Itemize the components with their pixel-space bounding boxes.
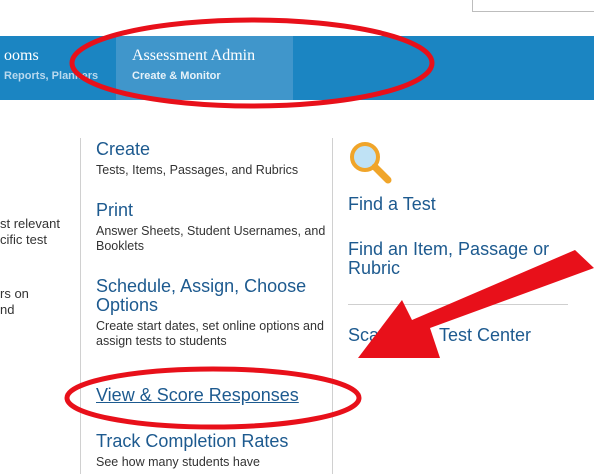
action-print: Print Answer Sheets, Student Usernames, … (96, 201, 332, 254)
nav-tab-title: ooms (4, 47, 39, 64)
nav-tab-subtitle: Reports, Planners (4, 70, 99, 82)
scan-link[interactable]: Scan (348, 326, 389, 345)
create-description: Tests, Items, Passages, and Rubrics (96, 163, 299, 177)
schedule-description: Create start dates, set online options a… (96, 319, 324, 348)
column-divider (80, 138, 81, 474)
nav-tab-classrooms[interactable]: ooms Reports, Planners (0, 36, 116, 100)
print-link[interactable]: Print (96, 201, 332, 220)
magnifying-glass-icon (350, 142, 392, 184)
left-text-line: nd (0, 302, 15, 317)
left-text-line: st relevant (0, 216, 60, 231)
top-border-decoration (472, 0, 594, 12)
create-link[interactable]: Create (96, 140, 332, 159)
schedule-link[interactable]: Schedule, Assign, Choose Options (96, 277, 332, 315)
find-a-test-link[interactable]: Find a Test (348, 195, 436, 214)
nav-tab-subtitle: Create & Monitor (132, 70, 221, 82)
test-center-link[interactable]: Test Center (439, 326, 531, 345)
section-divider (348, 304, 568, 305)
nav-tab-assessment-admin[interactable]: Assessment Admin Create & Monitor (116, 36, 293, 100)
action-track: Track Completion Rates See how many stud… (96, 432, 332, 470)
main-nav-bar: ooms Reports, Planners Assessment Admin … (0, 36, 594, 100)
left-text-line: cific test (0, 232, 47, 247)
find-item-passage-rubric-link[interactable]: Find an Item, Passage or Rubric (348, 240, 568, 278)
print-description: Answer Sheets, Student Usernames, and Bo… (96, 224, 326, 253)
track-completion-link[interactable]: Track Completion Rates (96, 432, 332, 451)
action-schedule: Schedule, Assign, Choose Options Create … (96, 277, 332, 349)
action-view-score: View & Score Responses (96, 386, 332, 405)
view-score-responses-link[interactable]: View & Score Responses (96, 386, 332, 405)
action-create: Create Tests, Items, Passages, and Rubri… (96, 140, 332, 178)
column-divider (332, 138, 333, 474)
left-column-text: st relevant cific test rs on nd (0, 216, 60, 318)
left-text-line: rs on (0, 286, 29, 301)
nav-tab-title: Assessment Admin (132, 47, 256, 64)
track-description: See how many students have (96, 455, 260, 469)
